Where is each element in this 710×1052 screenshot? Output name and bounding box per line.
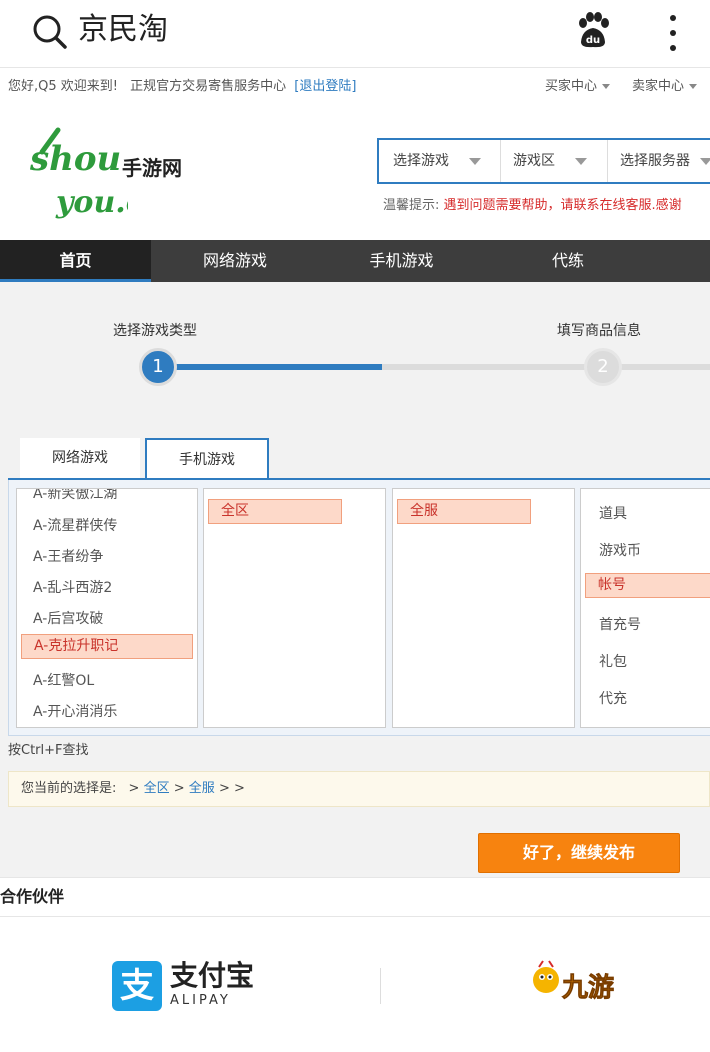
selection-tail: > >: [218, 781, 245, 796]
alipay-name-cn: 支付宝: [170, 959, 255, 992]
chevron-down-icon: [469, 157, 481, 165]
select-server-label: 选择服务器: [620, 153, 690, 169]
tab-online-games[interactable]: 网络游戏: [20, 438, 140, 478]
selector-divider: [607, 140, 608, 182]
logo-line1: shou: [29, 139, 121, 179]
site-logo[interactable]: shou you.com 手游网: [28, 122, 208, 222]
alipay-logo[interactable]: 支 支付宝 ALIPAY: [112, 961, 256, 1013]
logo-line2: you.com: [55, 185, 128, 220]
seller-center-label: 卖家中心: [632, 79, 685, 94]
select-area-label: 游戏区: [513, 153, 555, 169]
selection-area-link[interactable]: 全区: [144, 781, 170, 796]
greeting-text: 您好,Q5 欢迎来到!: [8, 79, 118, 94]
shouyou-logo-icon: shou you.com: [29, 127, 128, 220]
jiuyou-logo[interactable]: 九游: [530, 960, 630, 1010]
list-item[interactable]: A-乱斗西游2: [33, 577, 112, 597]
search-hint: 按Ctrl+F查找: [8, 743, 89, 758]
selection-prefix: 您当前的选择是:: [21, 781, 117, 796]
list-item[interactable]: 首充号: [599, 614, 641, 634]
jiuyou-logo-icon: 九游: [533, 960, 614, 1003]
list-item[interactable]: 道具: [599, 503, 627, 523]
chevron-down-icon: [602, 84, 611, 89]
area-option-selected[interactable]: 全区: [208, 499, 342, 524]
address-text[interactable]: 京民淘: [78, 10, 168, 50]
service-text: 正规官方交易寄售服务中心: [130, 79, 287, 94]
logo-brand-cn: 手游网: [122, 156, 182, 180]
chevron-down-icon: [689, 84, 698, 89]
jiuyou-name: 九游: [561, 973, 614, 1003]
area-list[interactable]: 全区: [203, 488, 386, 728]
step-2-label: 填写商品信息: [557, 323, 641, 339]
main-nav: 首页 网络游戏 手机游戏 代练: [0, 240, 710, 282]
selection-server-link[interactable]: 全服: [189, 781, 215, 796]
seller-center-menu[interactable]: 卖家中心: [632, 75, 698, 94]
search-icon[interactable]: [32, 14, 68, 50]
list-item[interactable]: 游戏币: [599, 540, 641, 560]
list-item-selected[interactable]: A-克拉升职记: [21, 634, 193, 659]
chevron-down-icon: [700, 157, 710, 165]
list-item[interactable]: A-流星群侠传: [33, 515, 117, 535]
select-server-dropdown[interactable]: 选择服务器: [620, 140, 710, 182]
browser-bar: 京民淘 du: [0, 0, 710, 68]
selector-divider: [500, 140, 501, 182]
type-list[interactable]: 道具 游戏币 帐号 首充号 礼包 代充: [580, 488, 710, 728]
list-item[interactable]: A-新笑傲江湖: [33, 489, 117, 503]
tip-text: 遇到问题需要帮助，请联系在线客服.感谢: [443, 198, 682, 213]
server-list[interactable]: 全服: [392, 488, 575, 728]
list-item[interactable]: A-王者纷争: [33, 546, 103, 566]
selection-sep: >: [128, 781, 140, 796]
select-area-dropdown[interactable]: 游戏区: [513, 140, 587, 182]
nav-item-mobile-games[interactable]: 手机游戏: [319, 240, 484, 282]
logout-link[interactable]: [退出登陆]: [294, 79, 356, 94]
buyer-center-label: 买家中心: [545, 79, 598, 94]
list-item[interactable]: A-开心消消乐: [33, 701, 117, 721]
tip-label: 温馨提示:: [383, 198, 440, 213]
greeting: 您好,Q5 欢迎来到! 正规官方交易寄售服务中心 [退出登陆]: [8, 75, 356, 94]
buyer-center-menu[interactable]: 买家中心: [545, 75, 611, 94]
warm-tip: 温馨提示: 遇到问题需要帮助，请联系在线客服.感谢: [383, 194, 682, 213]
list-item[interactable]: 代充: [599, 688, 627, 708]
alipay-icon: 支: [112, 961, 162, 1011]
continue-publish-button[interactable]: 好了，继续发布: [478, 833, 680, 873]
alipay-name-en: ALIPAY: [170, 993, 231, 1008]
step-1-label: 选择游戏类型: [113, 323, 197, 339]
step-1-circle: 1: [139, 348, 177, 386]
selection-sep: >: [173, 781, 185, 796]
select-game-dropdown[interactable]: 选择游戏: [393, 140, 481, 182]
top-info-bar: 您好,Q5 欢迎来到! 正规官方交易寄售服务中心 [退出登陆] 买家中心 卖家中…: [0, 68, 710, 100]
game-list[interactable]: A-新笑傲江湖 A-流星群侠传 A-王者纷争 A-乱斗西游2 A-后宫攻破 A-…: [16, 488, 198, 728]
type-option-selected[interactable]: 帐号: [585, 573, 710, 598]
nav-item-online-games[interactable]: 网络游戏: [151, 240, 319, 282]
step-2-circle: 2: [584, 348, 622, 386]
list-item[interactable]: 礼包: [599, 651, 627, 671]
nav-item-home[interactable]: 首页: [0, 240, 151, 282]
step-progress-fill: [160, 364, 382, 370]
current-selection-bar: 您当前的选择是: > 全区 > 全服 > >: [8, 771, 710, 807]
select-game-label: 选择游戏: [393, 153, 449, 169]
nav-item-leveling[interactable]: 代练: [484, 240, 652, 282]
baidu-paw-icon[interactable]: du: [574, 12, 612, 50]
server-option-selected[interactable]: 全服: [397, 499, 531, 524]
partner-divider: [380, 968, 381, 1004]
chevron-down-icon: [575, 157, 587, 165]
svg-text:du: du: [586, 35, 600, 46]
list-item[interactable]: A-后宫攻破: [33, 608, 103, 628]
partners-title: 合作伙伴: [0, 877, 710, 917]
game-selector-box: 选择游戏 游戏区 选择服务器: [377, 138, 710, 184]
list-item[interactable]: A-红警OL: [33, 670, 94, 690]
tab-mobile-games[interactable]: 手机游戏: [145, 438, 269, 480]
more-menu-icon[interactable]: [660, 12, 686, 52]
